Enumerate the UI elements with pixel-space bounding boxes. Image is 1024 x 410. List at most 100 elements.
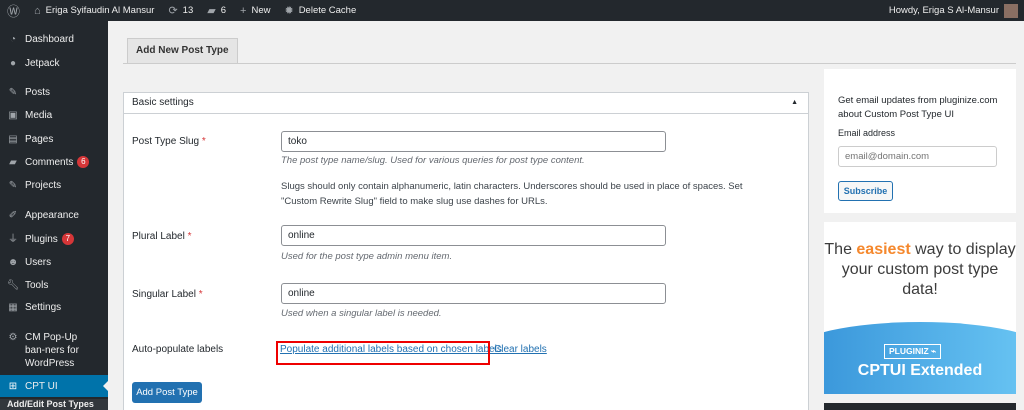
label-text: Plural Label: [132, 231, 185, 242]
sidebar-item-pages[interactable]: ▤ Pages: [0, 133, 108, 146]
wrench-icon: 🔧︎: [6, 280, 20, 291]
sidebar-label: Projects: [25, 180, 62, 191]
sidebar-label: CM Pop-Up ban-ners for WordPress: [25, 332, 79, 369]
slug-description: The post type name/slug. Used for variou…: [281, 155, 585, 166]
wordpress-icon: Ⓦ: [7, 4, 21, 19]
slug-note: Slugs should only contain alphanumeric, …: [281, 181, 743, 207]
singular-label: Singular Label *: [132, 289, 203, 300]
newsletter-text: Get email updates from pluginize.com abo…: [838, 95, 998, 120]
slug-label: Post Type Slug *: [132, 136, 206, 147]
clear-labels-link[interactable]: Clear labels: [494, 344, 547, 355]
pluginiz-logo: PLUGINIZ ⌁: [884, 344, 942, 359]
add-post-type-button[interactable]: Add Post Type: [132, 382, 202, 403]
settings-icon: ▦: [8, 302, 18, 313]
new-content-link[interactable]: + New: [233, 0, 277, 21]
comment-icon: ▰: [207, 5, 216, 17]
required-mark: *: [187, 231, 192, 242]
home-icon: ⌂: [34, 4, 41, 17]
delete-cache-label: Delete Cache: [298, 5, 357, 16]
sidebar-item-comments[interactable]: ▰ Comments 6: [0, 156, 108, 169]
account-menu[interactable]: Howdy, Eriga S Al-Mansur: [888, 3, 1024, 18]
sidebar-item-tools[interactable]: 🔧︎ Tools: [0, 279, 108, 292]
howdy-text: Howdy, Eriga S Al-Mansur: [888, 5, 999, 16]
sidebar-subitem-add-edit[interactable]: Add/Edit Post Types: [0, 399, 108, 410]
avatar: [1004, 3, 1018, 18]
ad-highlight: easiest: [856, 241, 911, 258]
newsletter-box: Get email updates from pluginize.com abo…: [824, 69, 1016, 213]
comments-link[interactable]: ▰ 6: [200, 0, 233, 21]
comments-badge: 6: [77, 156, 90, 168]
sidebar-item-appearance[interactable]: ✐ Appearance: [0, 209, 108, 222]
users-icon: ☻: [7, 257, 19, 268]
pin-icon: ✎: [8, 87, 18, 98]
admin-bar: Ⓦ ⌂ Eriga Syifaudin Al Mansur ⟳ 13 ▰ 6 + New…: [0, 0, 1024, 21]
sidebar-label: Media: [25, 110, 53, 121]
updates-icon: ⟳: [168, 5, 178, 17]
plural-description: Used for the post type admin menu item.: [281, 251, 453, 262]
admin-sidebar: ◔ Dashboard ● Jetpack ✎ Posts ▣ Media ▤ Pages…: [0, 21, 108, 410]
delete-cache-link[interactable]: ✹ Delete Cache: [277, 0, 363, 21]
jetpack-icon: ●: [9, 58, 17, 69]
plural-label: Plural Label *: [132, 231, 192, 242]
sidebar-item-cpt-ui[interactable]: ⊞ CPT UI: [0, 375, 108, 397]
wordpress-logo-button[interactable]: Ⓦ: [0, 0, 27, 21]
sidebar-label: Appearance: [25, 210, 79, 221]
required-mark: *: [198, 289, 203, 300]
highlight-box: [276, 341, 490, 365]
sidebar-item-settings[interactable]: ▦ Settings: [0, 301, 108, 314]
tab-add-new-post-type[interactable]: Add New Post Type: [127, 38, 238, 64]
required-mark: *: [201, 136, 206, 147]
sidebar-label: Plugins: [25, 234, 58, 245]
sidebar-label: Add/Edit Post Types: [7, 399, 94, 409]
ad-headline: The easiest way to display your custom p…: [824, 240, 1016, 300]
sidebar-label: Users: [25, 257, 52, 268]
pin-icon: ✎: [8, 180, 18, 191]
ad-text: The: [824, 241, 857, 258]
site-name-link[interactable]: ⌂ Eriga Syifaudin Al Mansur: [27, 0, 161, 21]
panel-title: Basic settings: [132, 97, 194, 108]
sidebar-item-jetpack[interactable]: ● Jetpack: [0, 57, 108, 70]
sidebar-label: Dashboard: [25, 34, 74, 45]
sidebar-item-dashboard[interactable]: ◔ Dashboard: [0, 33, 108, 46]
sidebar-item-posts[interactable]: ✎ Posts: [0, 86, 108, 99]
sidebar-item-projects[interactable]: ✎ Projects: [0, 179, 108, 192]
comments-count: 6: [220, 5, 227, 16]
cheetah-icon: ✹: [284, 5, 294, 17]
sidebar-label: Pages: [25, 134, 54, 145]
plus-icon: +: [240, 4, 247, 17]
sidebar-item-media[interactable]: ▣ Media: [0, 109, 108, 122]
dashboard-icon: ◔: [9, 34, 17, 45]
pages-icon: ▤: [8, 134, 18, 145]
post-type-slug-input[interactable]: toko: [281, 131, 666, 152]
sidebar-item-cm-popup[interactable]: ⚙ CM Pop-Up ban-ners for WordPress: [0, 331, 108, 370]
tab-divider: [123, 63, 1016, 64]
grid-icon: ⊞: [8, 380, 18, 392]
brush-icon: ✐: [8, 210, 18, 221]
ad-product-name: CPTUI Extended: [857, 362, 983, 379]
plug-icon: ⏚: [8, 234, 18, 245]
subscribe-button[interactable]: Subscribe: [838, 181, 893, 201]
cptui-extended-ad[interactable]: The easiest way to display your custom p…: [824, 222, 1016, 394]
panel-header[interactable]: Basic settings ▲: [124, 93, 808, 114]
sidebar-label: Posts: [25, 87, 51, 98]
sidebar-label: Jetpack: [25, 58, 60, 69]
singular-description: Used when a singular label is needed.: [281, 308, 442, 319]
gear-icon: ⚙: [8, 332, 18, 343]
auto-populate-label: Auto-populate labels: [132, 344, 224, 355]
collapse-arrow-icon[interactable]: ▲: [791, 93, 798, 113]
updates-link[interactable]: ⟳ 13: [161, 0, 200, 21]
media-icon: ▣: [8, 110, 18, 121]
sidebar-item-users[interactable]: ☻ Users: [0, 256, 108, 269]
sidebar-label: Settings: [25, 302, 62, 313]
label-text: Post Type Slug: [132, 136, 200, 147]
basic-settings-panel: Basic settings ▲ Post Type Slug * toko Th…: [123, 92, 809, 410]
email-input[interactable]: [838, 146, 997, 167]
plural-label-input[interactable]: online: [281, 225, 666, 246]
singular-label-input[interactable]: online: [281, 283, 666, 304]
next-ad: [824, 403, 1016, 410]
new-label: New: [251, 5, 271, 16]
sidebar-label: Comments: [25, 157, 74, 168]
sidebar-item-plugins[interactable]: ⏚ Plugins 7: [0, 233, 108, 246]
comments-icon: ▰: [9, 157, 17, 168]
plugins-badge: 7: [61, 233, 74, 245]
